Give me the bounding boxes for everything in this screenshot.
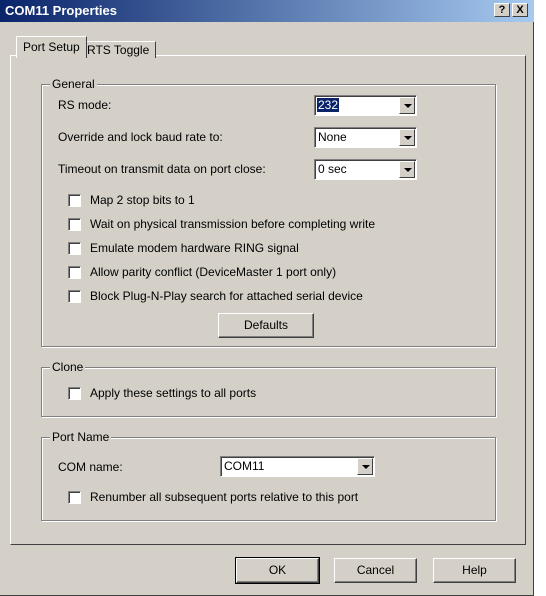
close-title-button[interactable]: X	[512, 3, 528, 17]
baud-select[interactable]: None	[314, 127, 417, 148]
renumber-label: Renumber all subsequent ports relative t…	[90, 490, 359, 504]
map-stop-bits-label: Map 2 stop bits to 1	[90, 193, 195, 207]
tab-panel-port-setup: General RS mode: 232 Override and lock b…	[10, 55, 526, 545]
com-name-label: COM name:	[58, 460, 123, 474]
block-pnp-checkbox[interactable]	[68, 290, 81, 303]
emulate-ring-label: Emulate modem hardware RING signal	[90, 241, 299, 255]
emulate-ring-checkbox[interactable]	[68, 242, 81, 255]
defaults-button[interactable]: Defaults	[218, 313, 314, 338]
baud-label: Override and lock baud rate to:	[58, 130, 223, 144]
general-legend: General	[50, 77, 97, 91]
window-title: COM11 Properties	[5, 3, 117, 18]
timeout-value: 0 sec	[318, 162, 347, 176]
clone-group: Clone Apply these settings to all ports	[41, 360, 496, 417]
tab-port-setup[interactable]: Port Setup	[16, 36, 87, 58]
timeout-select[interactable]: 0 sec	[314, 159, 417, 180]
map-stop-bits-checkbox[interactable]	[68, 194, 81, 207]
tab-rts-toggle[interactable]: RTS Toggle	[80, 41, 157, 58]
clone-legend: Clone	[50, 360, 86, 374]
chevron-down-icon[interactable]	[357, 458, 373, 475]
rs-mode-label: RS mode:	[58, 98, 112, 112]
chevron-down-icon[interactable]	[399, 161, 415, 178]
rs-mode-select[interactable]: 232	[314, 95, 417, 116]
help-title-button[interactable]: ?	[494, 3, 510, 17]
title-bar: COM11 Properties ? X	[0, 0, 534, 22]
port-name-group: Port Name COM name: COM11 Renumber all s…	[41, 430, 496, 521]
rs-mode-value: 232	[317, 98, 340, 112]
baud-value: None	[318, 130, 347, 144]
apply-all-label: Apply these settings to all ports	[90, 386, 257, 400]
ok-button[interactable]: OK	[235, 557, 320, 584]
cancel-button[interactable]: Cancel	[334, 558, 417, 583]
parity-conflict-label: Allow parity conflict (DeviceMaster 1 po…	[90, 265, 337, 279]
apply-all-checkbox[interactable]	[68, 387, 81, 400]
properties-dialog: COM11 Properties ? X Port Setup RTS Togg…	[0, 0, 534, 596]
parity-conflict-checkbox[interactable]	[68, 266, 81, 279]
port-name-legend: Port Name	[50, 430, 112, 444]
wait-transmission-label: Wait on physical transmission before com…	[90, 217, 376, 231]
general-group: General RS mode: 232 Override and lock b…	[41, 77, 496, 347]
help-button[interactable]: Help	[433, 558, 516, 583]
com-name-value: COM11	[224, 459, 265, 473]
chevron-down-icon[interactable]	[399, 97, 415, 114]
com-name-select[interactable]: COM11	[220, 456, 375, 477]
timeout-label: Timeout on transmit data on port close:	[58, 162, 266, 176]
wait-transmission-checkbox[interactable]	[68, 218, 81, 231]
block-pnp-label: Block Plug-N-Play search for attached se…	[90, 289, 363, 303]
renumber-checkbox[interactable]	[68, 491, 81, 504]
chevron-down-icon[interactable]	[399, 129, 415, 146]
